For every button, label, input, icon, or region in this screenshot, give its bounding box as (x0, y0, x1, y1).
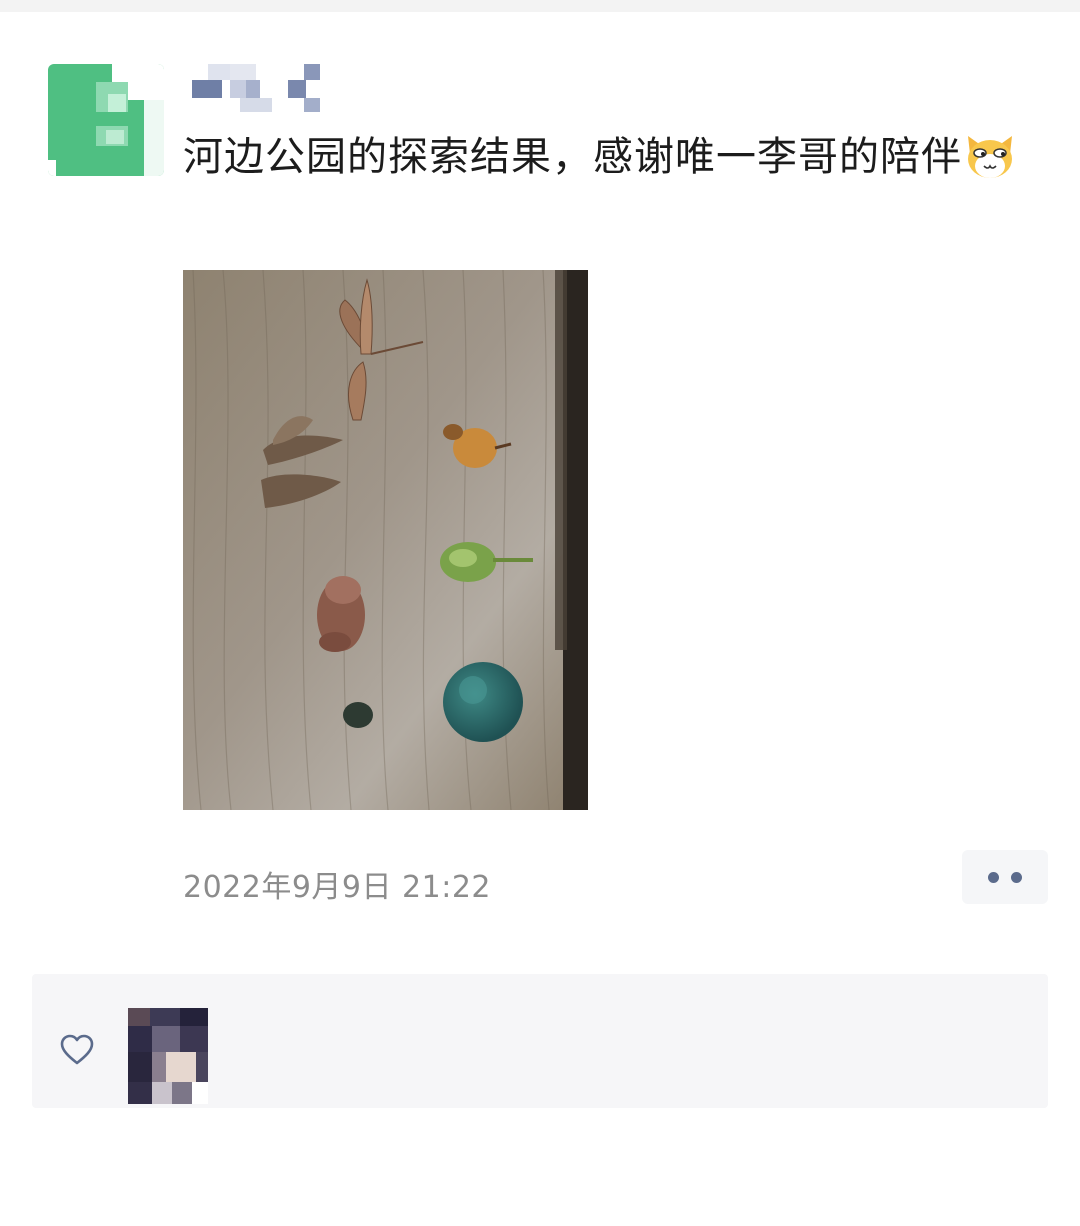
likes-panel (32, 974, 1048, 1108)
smirk-cat-emoji-icon (964, 132, 1016, 196)
post-timestamp: 2022年9月9日 21:22 (183, 870, 492, 905)
post-text-content: 河边公园的探索结果，感谢唯一李哥的陪伴 (183, 134, 962, 180)
top-bar (0, 0, 1080, 12)
post-text: 河边公园的探索结果，感谢唯一李哥的陪伴 (183, 128, 1023, 196)
heart-outline-icon (60, 1034, 94, 1070)
more-options-button[interactable] (962, 850, 1048, 904)
poster-name-pixelated[interactable] (192, 64, 322, 112)
post-photo[interactable] (183, 270, 588, 810)
more-dots-icon-dot (1011, 871, 1022, 883)
liker-avatar[interactable] (128, 1008, 208, 1104)
poster-avatar[interactable] (48, 64, 164, 176)
more-dots-icon (988, 871, 999, 883)
